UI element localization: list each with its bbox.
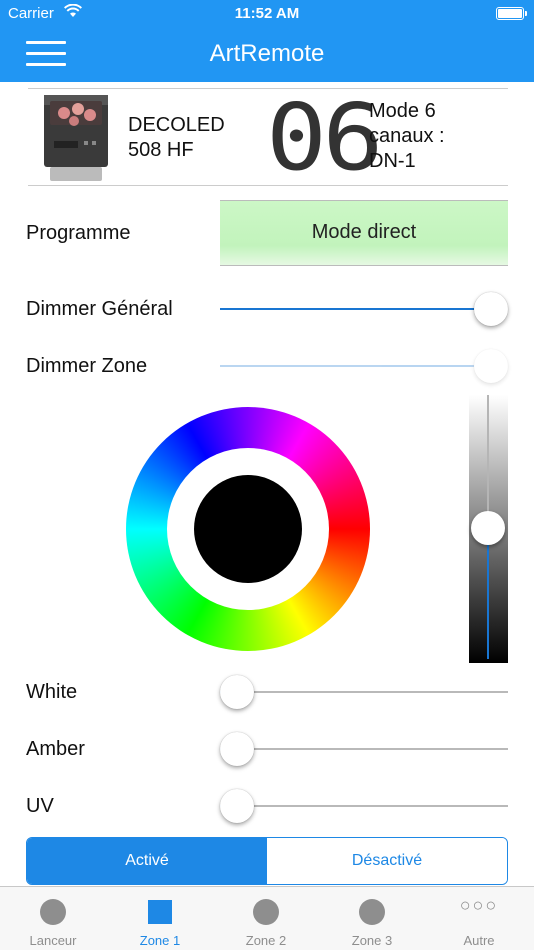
tab-label: Zone 2 <box>245 933 287 948</box>
programme-label: Programme <box>26 222 131 244</box>
slider-thumb[interactable] <box>474 349 508 383</box>
fixture-image <box>44 95 108 181</box>
dimmer-zone-slider[interactable] <box>220 349 508 383</box>
square-icon <box>148 900 172 924</box>
dimmer-general-label: Dimmer Général <box>26 298 173 320</box>
amber-label: Amber <box>26 738 85 760</box>
tab-zone-2[interactable]: Zone 2 <box>213 887 319 950</box>
slider-thumb[interactable] <box>474 292 508 326</box>
slider-thumb[interactable] <box>220 789 254 823</box>
slider-fill <box>487 529 489 659</box>
tab-autre[interactable]: ○○○ Autre <box>426 887 532 950</box>
segment-inactive[interactable]: Désactivé <box>267 838 507 884</box>
uv-label: UV <box>26 795 54 817</box>
slider-track <box>487 395 489 529</box>
circle-icon <box>253 899 279 925</box>
nav-bar: Carrier 11:52 AM ArtRemote <box>0 0 534 82</box>
app-title: ArtRemote <box>209 40 325 67</box>
amber-slider[interactable] <box>220 732 508 766</box>
tab-lanceur[interactable]: Lanceur <box>0 887 106 950</box>
clock: 11:52 AM <box>234 5 300 22</box>
white-slider[interactable] <box>220 675 508 709</box>
programme-value: Mode direct <box>311 221 417 243</box>
tab-zone-1[interactable]: Zone 1 <box>107 887 213 950</box>
slider-thumb[interactable] <box>471 511 505 545</box>
circle-icon <box>359 899 385 925</box>
segment-active[interactable]: Activé <box>27 838 267 884</box>
slider-track <box>237 805 508 807</box>
tab-label: Zone 3 <box>351 933 393 948</box>
dimmer-zone-label: Dimmer Zone <box>26 355 148 377</box>
color-wheel-center <box>167 448 329 610</box>
selected-color-swatch <box>194 475 302 583</box>
programme-selector[interactable]: Mode direct <box>220 200 508 266</box>
slider-track <box>237 748 508 750</box>
tab-label: Autre <box>463 933 495 948</box>
battery-icon <box>496 7 527 20</box>
tab-label: Zone 1 <box>139 933 181 948</box>
device-header[interactable]: DECOLED 508 HF 06 Mode 6 canaux : DN-1 <box>28 88 508 186</box>
more-icon: ○○○ <box>459 895 499 915</box>
dimmer-general-slider[interactable] <box>220 292 508 326</box>
slider-fill <box>220 365 491 367</box>
slider-thumb[interactable] <box>220 732 254 766</box>
status-bar: Carrier 11:52 AM <box>0 0 534 28</box>
slider-fill <box>220 308 491 310</box>
tab-bar: Lanceur Zone 1 Zone 2 Zone 3 ○○○ Autre <box>0 886 534 950</box>
device-name: DECOLED 508 HF <box>128 114 225 161</box>
mode-description: Mode 6 canaux : DN-1 <box>369 100 445 172</box>
slider-track <box>237 691 508 693</box>
channel-display: 06 <box>266 84 383 191</box>
active-toggle[interactable]: Activé Désactivé <box>26 837 508 885</box>
circle-icon <box>40 899 66 925</box>
tab-label: Lanceur <box>29 933 77 948</box>
slider-thumb[interactable] <box>220 675 254 709</box>
white-label: White <box>26 681 78 703</box>
brightness-slider[interactable] <box>469 395 508 663</box>
uv-slider[interactable] <box>220 789 508 823</box>
color-wheel[interactable] <box>126 407 370 651</box>
tab-zone-3[interactable]: Zone 3 <box>319 887 425 950</box>
